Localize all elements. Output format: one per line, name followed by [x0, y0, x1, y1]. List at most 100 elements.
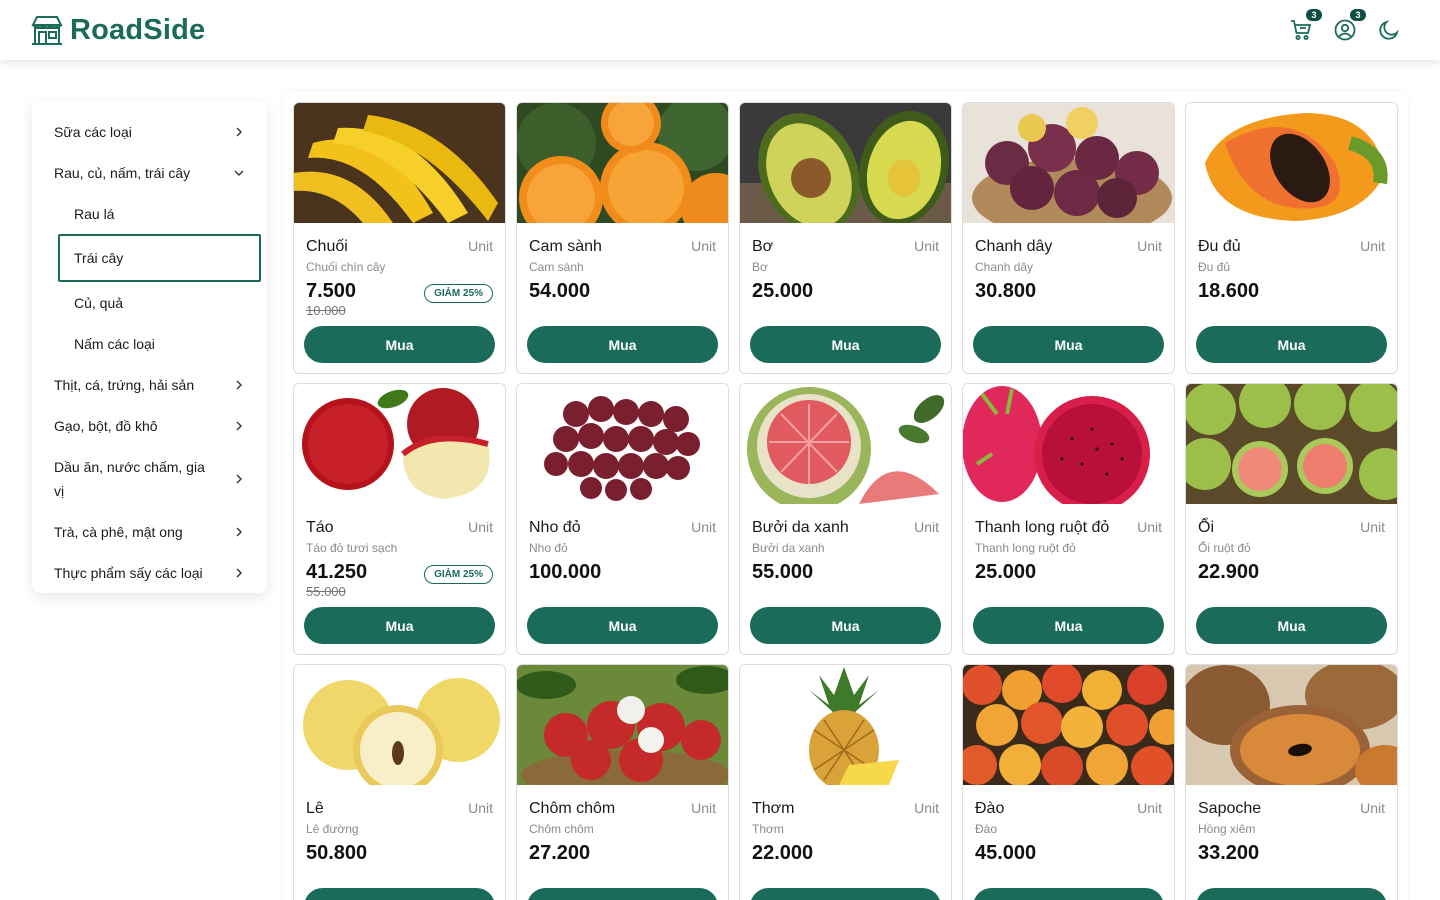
sidebar-subitem-leafy-vegetables[interactable]: Rau lá	[32, 193, 267, 234]
brand[interactable]: RoadSide	[30, 13, 205, 47]
product-image[interactable]	[517, 665, 728, 785]
buy-button[interactable]: Mua	[304, 888, 495, 900]
product-title-row: Nho đỏ Unit	[517, 504, 728, 537]
buy-button[interactable]: Mua	[1196, 607, 1387, 644]
chevron-right-icon	[236, 380, 242, 389]
sidebar-item-produce[interactable]: Rau, củ, nấm, trái cây	[32, 152, 267, 193]
sidebar-subitem-fruits[interactable]: Trái cây	[58, 234, 261, 282]
buy-button[interactable]: Mua	[973, 326, 1164, 363]
product-price-box: 50.800	[294, 836, 505, 880]
product-image[interactable]	[1186, 384, 1397, 504]
product-name[interactable]: Chanh dây	[975, 238, 1052, 256]
product-price-box: 25.000	[963, 555, 1174, 599]
product-name[interactable]: Lê	[306, 800, 324, 818]
sidebar-item-label: Gạo, bột, đồ khô	[54, 417, 158, 434]
product-card[interactable]: Chanh dây Unit Chanh dây 30.800 Mua	[962, 102, 1175, 374]
product-image[interactable]	[517, 384, 728, 504]
buy-button[interactable]: Mua	[750, 888, 941, 900]
product-title-row: Chôm chôm Unit	[517, 785, 728, 818]
product-name[interactable]: Bưởi da xanh	[752, 519, 849, 537]
sidebar-item-tea-coffee[interactable]: Trà, cà phê, mật ong	[32, 511, 267, 552]
moon-icon	[1379, 20, 1399, 40]
product-price-box: 45.000	[963, 836, 1174, 880]
product-name[interactable]: Đào	[975, 800, 1004, 818]
buy-button[interactable]: Mua	[1196, 888, 1387, 900]
product-image[interactable]	[740, 103, 951, 223]
product-image[interactable]	[963, 384, 1174, 504]
product-image[interactable]	[294, 384, 505, 504]
buy-button[interactable]: Mua	[750, 607, 941, 644]
buy-button[interactable]: Mua	[973, 888, 1164, 900]
product-name[interactable]: Bơ	[752, 238, 773, 256]
product-card[interactable]: Bơ Unit Bơ 25.000 Mua	[739, 102, 952, 374]
product-card[interactable]: Thanh long ruột đỏ Unit Thanh long ruột đỏ…	[962, 383, 1175, 655]
product-card[interactable]: Đu đủ Unit Đu đủ 18.600 Mua	[1185, 102, 1398, 374]
product-card[interactable]: Lê Unit Lê đường 50.800 Mua	[293, 664, 506, 900]
product-description: Táo đỏ tươi sạch	[306, 541, 398, 555]
buy-button[interactable]: Mua	[1196, 326, 1387, 363]
product-image[interactable]	[294, 103, 505, 223]
product-image[interactable]	[517, 103, 728, 223]
product-image[interactable]	[740, 665, 951, 785]
product-card[interactable]: Ổi Unit Ổi ruột đỏ 22.900 Mua	[1185, 383, 1398, 655]
sidebar-subitem-label: Nấm các loại	[74, 335, 155, 352]
account-badge: 3	[1350, 9, 1366, 21]
buy-button[interactable]: Mua	[304, 607, 495, 644]
product-unit: Unit	[1137, 238, 1162, 254]
sidebar-item-label: Rau, củ, nấm, trái cây	[54, 164, 191, 181]
account-button[interactable]: 3	[1332, 9, 1366, 43]
buy-button[interactable]: Mua	[304, 326, 495, 363]
product-card[interactable]: Đào Unit Đào 45.000 Mua	[962, 664, 1175, 900]
product-image[interactable]	[1186, 103, 1397, 223]
product-price: 7.500	[306, 280, 357, 302]
cart-button[interactable]: 3	[1288, 9, 1322, 43]
product-price-box: 33.200	[1186, 836, 1397, 880]
product-name[interactable]: Ổi	[1198, 519, 1214, 537]
product-title-row: Chuối Unit	[294, 223, 505, 256]
buy-button[interactable]: Mua	[527, 607, 718, 644]
sidebar-item-milk[interactable]: Sữa các loại	[32, 111, 267, 152]
product-name[interactable]: Táo	[306, 519, 334, 537]
sidebar-item-oil-sauces[interactable]: Dầu ăn, nước chấm, gia vị	[32, 446, 267, 511]
product-image[interactable]	[963, 665, 1174, 785]
product-card[interactable]: Thơm Unit Thơm 22.000 Mua	[739, 664, 952, 900]
product-name[interactable]: Đu đủ	[1198, 238, 1241, 256]
product-name[interactable]: Sapoche	[1198, 800, 1261, 818]
product-image[interactable]	[294, 665, 505, 785]
sidebar-subitem-mushrooms[interactable]: Nấm các loại	[32, 323, 267, 364]
buy-button[interactable]: Mua	[973, 607, 1164, 644]
product-description: Thanh long ruột đỏ	[975, 541, 1076, 555]
product-card[interactable]: Chuối Unit Chuối chín cây 7.500 10.000 GIẢM 2…	[293, 102, 506, 374]
buy-button[interactable]: Mua	[527, 888, 718, 900]
product-name[interactable]: Nho đỏ	[529, 519, 581, 537]
product-name[interactable]: Cam sành	[529, 238, 602, 256]
product-image[interactable]	[963, 103, 1174, 223]
sidebar-item-dried-food[interactable]: Thực phẩm sấy các loại	[32, 552, 267, 593]
product-card[interactable]: Sapoche Unit Hồng xiêm 33.200 Mua	[1185, 664, 1398, 900]
product-unit: Unit	[468, 800, 493, 816]
product-name[interactable]: Thơm	[752, 800, 795, 818]
product-card[interactable]: Táo Unit Táo đỏ tươi sạch 41.250 55.000 GIẢM …	[293, 383, 506, 655]
sidebar-item-meat-fish[interactable]: Thịt, cá, trứng, hải sản	[32, 364, 267, 405]
product-image[interactable]	[740, 384, 951, 504]
product-price-box: 18.600	[1186, 274, 1397, 318]
product-title-row: Đu đủ Unit	[1186, 223, 1397, 256]
product-card[interactable]: Nho đỏ Unit Nho đỏ 100.000 Mua	[516, 383, 729, 655]
product-card[interactable]: Chôm chôm Unit Chôm chôm 27.200 Mua	[516, 664, 729, 900]
sidebar-item-label: Dầu ăn, nước chấm, gia vị	[54, 458, 205, 499]
theme-toggle-button[interactable]	[1376, 17, 1402, 43]
product-card[interactable]: Cam sành Unit Cam sành 54.000 Mua	[516, 102, 729, 374]
product-image[interactable]	[1186, 665, 1397, 785]
product-card[interactable]: Bưởi da xanh Unit Bưởi da xanh 55.000 Mua	[739, 383, 952, 655]
sidebar-subitem-tubers[interactable]: Củ, quả	[32, 282, 267, 323]
buy-button[interactable]: Mua	[750, 326, 941, 363]
product-name[interactable]: Chuối	[306, 238, 348, 256]
buy-button[interactable]: Mua	[527, 326, 718, 363]
sidebar-item-label: Sữa các loại	[54, 123, 132, 140]
product-title-row: Lê Unit	[294, 785, 505, 818]
product-title-row: Sapoche Unit	[1186, 785, 1397, 818]
product-old-price: 55.000	[306, 584, 346, 599]
sidebar-item-rice-flour[interactable]: Gạo, bột, đồ khô	[32, 405, 267, 446]
product-name[interactable]: Thanh long ruột đỏ	[975, 519, 1109, 537]
product-name[interactable]: Chôm chôm	[529, 800, 615, 818]
